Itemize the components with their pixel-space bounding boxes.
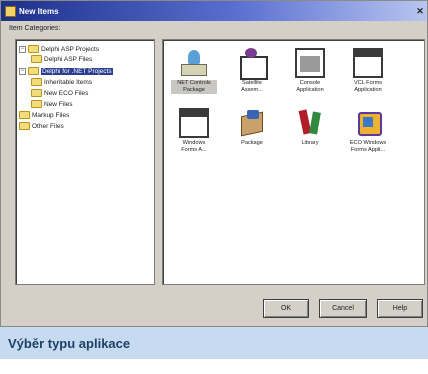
item-label: Package [241,140,263,146]
collapse-icon[interactable]: − [19,45,26,53]
tree-item-inheritable-items[interactable]: Inheritable Items [31,77,92,87]
tree-item-label: Inheritable Items [44,78,93,86]
item-package[interactable]: Package [229,106,275,160]
cancel-button[interactable]: Cancel [319,299,367,318]
tree-item-delphi-asp-files[interactable]: Delphi ASP Files [31,54,92,64]
items-list[interactable]: NET Controls Package Satellite Assem... … [162,39,425,285]
console-application-icon [295,48,325,78]
help-button[interactable]: Help [377,299,423,318]
tree-item-label: Other Files [32,122,64,130]
item-categories-label: Item Categories: [9,25,61,32]
folder-icon [31,100,42,108]
tree-item-delphi-asp-projects[interactable]: − Delphi ASP Projects [19,44,99,54]
item-label: Satellite Assem... [241,80,263,93]
tree-item-label: Delphi ASP Files [44,55,93,63]
item-eco-windows-forms[interactable]: ECO Windows Forms Appli... [345,106,391,160]
eco-windows-forms-icon [353,108,383,138]
vcl-forms-application-icon [353,48,383,78]
item-library[interactable]: Library [287,106,333,160]
tree-item-new-eco-files[interactable]: New ECO Files [31,88,88,98]
item-windows-forms-application[interactable]: Windows Forms A... [171,106,217,160]
folder-icon [31,55,42,63]
item-label: Windows Forms A... [181,140,207,153]
collapse-icon[interactable]: − [19,67,26,75]
item-label: Library [301,140,319,146]
item-label: NET Controls Package [171,80,217,94]
tree-item-markup-files[interactable]: Markup Files [19,110,69,120]
tree-item-label: New Files [44,100,73,108]
ok-button[interactable]: OK [263,299,309,318]
tree-item-label: Delphi for .NET Projects [41,67,113,75]
tree-item-other-files[interactable]: Other Files [19,121,64,131]
title-bar[interactable]: New Items ✕ [1,1,427,21]
app-icon [5,5,16,17]
folder-icon [28,67,39,75]
folder-icon [31,78,42,86]
folder-icon [31,89,42,97]
tree-item-label: New ECO Files [44,89,89,97]
new-items-dialog: New Items ✕ Item Categories: − Delphi AS… [0,0,428,327]
windows-forms-application-icon [179,108,209,138]
item-satellite-assembly[interactable]: Satellite Assem... [229,46,275,100]
folder-icon [28,45,39,53]
item-label: ECO Windows Forms Appli... [349,140,387,153]
tree-item-label: Delphi ASP Projects [41,45,100,53]
tree-item-new-files[interactable]: New Files [31,99,73,109]
window-title: New Items [19,6,59,16]
item-label: Console Application [296,80,324,93]
folder-icon [19,111,30,119]
satellite-assembly-icon [237,48,268,80]
item-console-application[interactable]: Console Application [287,46,333,100]
tree-item-label: Markup Files [32,111,70,119]
package-icon [237,108,267,138]
category-tree[interactable]: − Delphi ASP Projects Delphi ASP Files −… [15,39,155,285]
folder-icon [19,122,30,130]
item-label: VCL Forms Application [353,80,383,93]
library-icon [295,108,325,138]
item-net-controls-package[interactable]: NET Controls Package [171,46,217,100]
tree-item-delphi-net-projects[interactable]: − Delphi for .NET Projects [19,66,113,76]
close-icon[interactable]: ✕ [414,5,426,17]
net-controls-package-icon [179,48,209,78]
caption: Výběr typu aplikace [0,327,428,359]
item-vcl-forms-application[interactable]: VCL Forms Application [345,46,391,100]
caption-text: Výběr typu aplikace [8,335,131,351]
